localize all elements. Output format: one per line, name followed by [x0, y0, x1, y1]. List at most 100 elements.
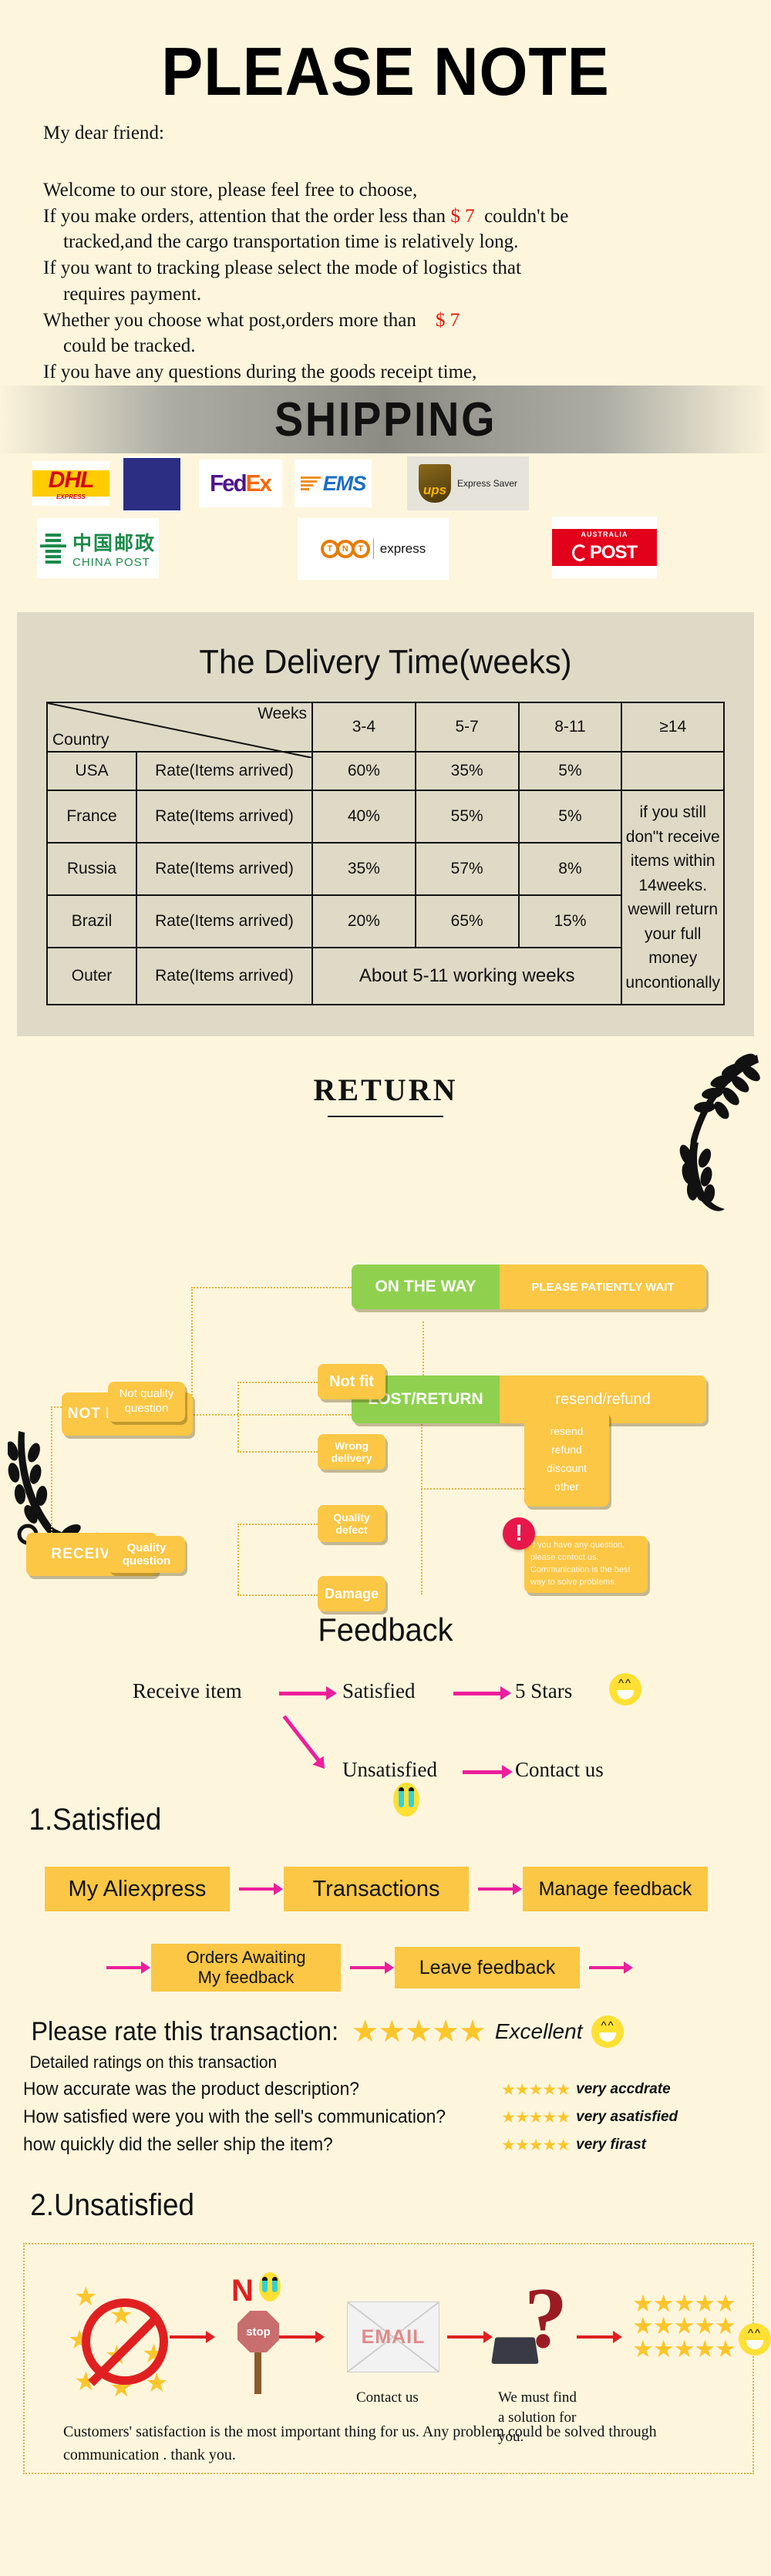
australia-post-logo-sub: POST — [589, 542, 638, 563]
usps-logo-label: UNITED STATES — [133, 491, 170, 497]
satisfied-section: 1.Satisfied My Aliexpress Transactions M… — [0, 1792, 771, 2015]
satisfied-step-row-2: Orders Awaiting My feedback Leave feedba… — [23, 1944, 771, 1992]
no-letter-label: N — [231, 2274, 254, 2308]
ems-logo: EMS — [295, 460, 372, 507]
fedex-logo-sub: Ex — [246, 470, 272, 497]
outcome-list: resend refund discount other — [524, 1422, 609, 1496]
arrow-satisfied-to-stars — [453, 1686, 511, 1700]
page-title: PLEASE NOTE — [161, 33, 610, 109]
email-label: EMAIL — [361, 2325, 426, 2348]
rate-transaction-stars[interactable]: ★★★★★ — [352, 2016, 487, 2047]
rating-stars[interactable]: ★★★★★ — [501, 2137, 571, 2153]
rate-transaction-row: Please rate this transaction: ★★★★★ Exce… — [23, 2015, 771, 2048]
table-cell-value: 5% — [517, 751, 623, 791]
stop-sign-label: stop — [246, 2325, 271, 2339]
table-cell-note-empty — [621, 751, 725, 791]
please-note-line: If you want to tracking please select th… — [43, 258, 521, 278]
ems-logo-label: EMS — [322, 471, 367, 495]
satisfied-step-row-1: My Aliexpress Transactions Manage feedba… — [23, 1867, 771, 1911]
table-cell-value: 57% — [414, 842, 520, 897]
satisfied-label: Satisfied — [342, 1679, 416, 1702]
email-envelope-icon: EMAIL — [347, 2302, 439, 2372]
step-orders-awaiting-my-feedback[interactable]: Orders Awaiting My feedback — [151, 1944, 341, 1992]
table-header-row: Weeks Country 3-4 5-7 8-11 ≥14 — [46, 702, 725, 753]
closing-statement: Customers' satisfaction is the most impo… — [63, 2423, 657, 2463]
dhl-logo-label: DHL — [48, 466, 95, 493]
no-entry-icon — [82, 2298, 168, 2385]
wrong-delivery-box[interactable]: Wrong delivery — [318, 1434, 386, 1470]
ups-logo-sub: Express Saver — [456, 478, 518, 489]
table-cell-value: 65% — [414, 894, 520, 949]
delivery-table-title: The Delivery Time(weeks) — [199, 643, 572, 681]
please-note-line: Welcome to our store, please feel free t… — [43, 179, 418, 200]
table-column-header: 5-7 — [414, 702, 520, 753]
smiley-happy-icon: ^^ — [609, 1673, 641, 1706]
table-note-line: 14weeks. — [638, 876, 708, 894]
usps-logo: UNITED STATES POSTAL SERVICE — [122, 456, 182, 512]
quality-defect-label: Quality defect — [333, 1511, 370, 1536]
table-column-header: 3-4 — [311, 702, 416, 753]
table-cell-value: 35% — [311, 842, 416, 897]
table-cell-rate: Rate(Items arrived) — [136, 842, 313, 897]
rating-row: how quickly did the seller ship the item… — [23, 2134, 771, 2156]
outcomes-box[interactable]: resend refund discount other — [524, 1411, 609, 1507]
rating-question: How satisfied were you with the sell's c… — [23, 2106, 446, 2127]
table-note-line: uncontionally — [625, 973, 720, 992]
quality-defect-box[interactable]: Quality defect — [318, 1505, 386, 1542]
wrong-delivery-label: Wrong delivery — [331, 1440, 372, 1464]
unsatisfied-section: 2.Unsatisfied ★ ★ ★ ★ ★ ★ ★ ★ N stop EMA… — [0, 2177, 771, 2501]
outcome-item: resend — [550, 1425, 584, 1437]
exclamation-icon: ! — [503, 1517, 535, 1550]
china-post-logo-sub: CHINA POST — [72, 555, 150, 569]
table-cell-country: Outer — [46, 947, 137, 1005]
no-stars-group: ★ ★ ★ ★ ★ ★ ★ ★ — [68, 2283, 169, 2403]
ems-bars-icon — [300, 476, 321, 490]
table-cell-value: 15% — [517, 894, 623, 949]
table-cell-outer-span: About 5-11 working weeks — [311, 947, 623, 1005]
detailed-ratings-rows: How accurate was the product description… — [23, 2079, 771, 2156]
not-quality-question-box[interactable]: Not quality question — [108, 1382, 185, 1422]
please-note-line: If you make orders, attention that the o… — [43, 204, 771, 230]
arrow-stars-to-stop — [170, 2331, 215, 2343]
delivery-time-section: The Delivery Time(weeks) Weeks Country 3-4… — [17, 612, 754, 1036]
step-transactions[interactable]: Transactions — [284, 1867, 469, 1911]
rating-row: How satisfied were you with the sell's c… — [23, 2106, 771, 2128]
table-cell-note: if you still don"t receive items within 14w… — [621, 790, 725, 1005]
table-note-line: if you still — [639, 803, 706, 821]
quality-question-box[interactable]: Quality question — [108, 1536, 185, 1573]
table-cell-value: 5% — [517, 789, 623, 844]
please-note-line: Whether you choose what post,orders more… — [43, 308, 771, 334]
table-cell-value: 40% — [311, 789, 416, 844]
delivery-time-table: Weeks Country 3-4 5-7 8-11 ≥14 USA Rate(Items a… — [46, 702, 725, 1005]
rating-value: very accdrate — [576, 2081, 671, 2097]
usps-logo-sub: POSTAL SERVICE — [132, 497, 172, 502]
return-title-rule — [328, 1116, 443, 1117]
ups-logo: ups Express Saver — [407, 456, 529, 510]
not-fit-box[interactable]: Not fit — [318, 1364, 386, 1399]
step-my-aliexpress[interactable]: My Aliexpress — [45, 1867, 230, 1911]
rating-stars[interactable]: ★★★★★ — [501, 2081, 571, 2098]
table-weeks-label: Weeks — [258, 705, 307, 722]
please-note-text: If you make orders, attention that the o… — [43, 205, 451, 227]
arrow-solution-to-stars — [577, 2331, 622, 2343]
connector-not-received-bottom — [191, 1414, 352, 1416]
smiley-excellent-icon: ^^ — [591, 2015, 625, 2048]
step-leave-feedback[interactable]: Leave feedback — [395, 1947, 580, 1988]
table-cell-rate: Rate(Items arrived) — [136, 947, 313, 1005]
unsatisfied-panel: ★ ★ ★ ★ ★ ★ ★ ★ N stop EMAIL Contact us … — [23, 2243, 771, 2474]
five-stars-label: 5 Stars — [515, 1679, 573, 1702]
step-manage-feedback[interactable]: Manage feedback — [523, 1867, 708, 1911]
table-cell-value: 20% — [311, 894, 416, 949]
please-note-line: If you have any questions during the goo… — [43, 362, 477, 382]
rating-stars[interactable]: ★★★★★ — [501, 2109, 571, 2126]
please-note-line: tracked,and the cargo transportation tim… — [63, 231, 519, 253]
arrow-step-row-exit — [589, 1961, 633, 1974]
table-cell-value: 35% — [414, 751, 520, 791]
china-post-logo-label: 中国邮政 — [72, 532, 156, 554]
price-threshold: $ 7 — [450, 205, 475, 227]
quality-question-label: Quality question — [122, 1541, 171, 1567]
smiley-crying-icon-2 — [259, 2272, 281, 2302]
stop-sign-icon: stop — [237, 2311, 279, 2352]
on-the-way-box[interactable]: ON THE WAY PLEASE PATIENTLY WAIT — [352, 1264, 706, 1309]
arrow-step-row-enter — [106, 1961, 150, 1974]
